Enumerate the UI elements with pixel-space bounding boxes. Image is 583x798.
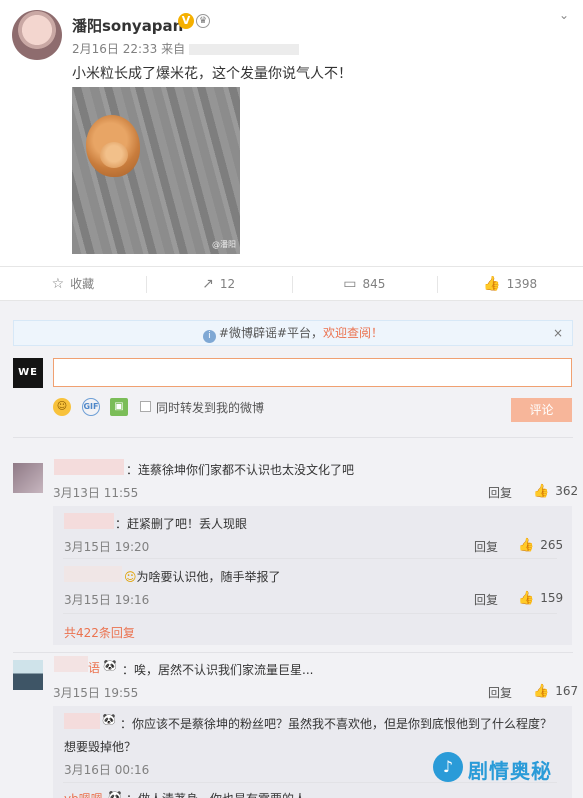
reply-author-partial[interactable]: yb嗯嗯 xyxy=(64,790,103,798)
music-note-icon: ♪ xyxy=(433,752,463,782)
reply-button[interactable]: 回复 xyxy=(488,484,512,501)
reply-like-button[interactable]: 👍 159 xyxy=(518,591,563,606)
favorite-label: 收藏 xyxy=(70,277,95,291)
comment-count: 845 xyxy=(362,276,386,291)
image-icon[interactable]: ▣ xyxy=(110,398,128,416)
thumbs-up-icon: 👍 xyxy=(483,275,501,292)
comment-time: 3月13日 11:55 xyxy=(53,486,139,500)
emoji-sticker-icon: ☺ xyxy=(124,570,137,584)
star-icon: ☆ xyxy=(51,275,65,292)
comment-like-count: 167 xyxy=(555,684,579,698)
forward-label: 同时转发到我的微博 xyxy=(156,401,265,415)
gif-icon[interactable]: GIF xyxy=(82,398,100,416)
favorite-button[interactable]: ☆ 收藏 xyxy=(0,267,146,300)
commenter-name[interactable]: 语 xyxy=(88,659,100,676)
reply-author-blurred[interactable] xyxy=(64,566,122,582)
comment-icon: ▭ xyxy=(343,275,357,292)
reply-button[interactable]: 回复 xyxy=(488,684,512,701)
commenter-name-blurred[interactable] xyxy=(54,459,124,475)
photo-watermark: @潘阳 xyxy=(212,240,236,249)
submit-comment-button[interactable]: 评论 xyxy=(511,398,572,422)
post-photo[interactable]: @潘阳 xyxy=(72,87,240,254)
rumor-notice-banner: i #微博辟谣#平台，欢迎查阅！ × xyxy=(13,320,573,346)
comment-time: 3月15日 19:55 xyxy=(53,686,139,700)
divider xyxy=(63,613,557,614)
repost-count: 12 xyxy=(219,276,236,291)
action-bar: ☆ 收藏 ↗ 12 ▭ 845 👍 1398 xyxy=(0,266,583,301)
post-source-prefix: 来自 xyxy=(161,42,186,56)
notice-link[interactable]: 欢迎查阅！ xyxy=(323,326,383,340)
comment-text: ：连蔡徐坤你们家都不认识也太没文化了吧 xyxy=(126,463,355,477)
comment-like-button[interactable]: 👍 167 xyxy=(533,684,578,699)
thumbs-up-icon: 👍 xyxy=(533,684,550,699)
reply-time: 3月15日 19:20 xyxy=(64,540,150,554)
reply-time: 3月16日 00:16 xyxy=(64,763,150,777)
commenter-avatar[interactable] xyxy=(13,463,43,493)
repost-button[interactable]: ↗ 12 xyxy=(145,267,292,300)
post-meta: 2月16日 22:33 来自 xyxy=(72,40,300,57)
comment-like-button[interactable]: 👍 362 xyxy=(533,484,578,499)
panda-badge-icon: 🐼 xyxy=(103,659,117,672)
reply-text: ：你应该不是蔡徐坤的粉丝吧？虽然我不喜欢他，但是你到底恨他到了什么程度？ xyxy=(120,717,553,731)
my-avatar[interactable]: WE xyxy=(13,358,43,388)
reply-text-line: ☺为啥要认识他，随手举报了 xyxy=(124,568,281,585)
dog-face xyxy=(100,142,128,168)
reply-button[interactable]: 回复 xyxy=(474,538,498,555)
comment-input[interactable] xyxy=(53,358,572,387)
more-replies-link[interactable]: 共422条回复 xyxy=(64,624,135,641)
reply-text-continued: 想要毁掉他？ xyxy=(64,740,137,754)
divider xyxy=(13,652,573,653)
author-avatar[interactable] xyxy=(12,10,62,60)
comment-button[interactable]: ▭ 845 xyxy=(291,267,438,300)
comment-text: ：唉，居然不认识我们家流量巨星... xyxy=(122,663,314,677)
reply-text-partial: ：做人清著身，你也是有需要的人 xyxy=(126,790,306,798)
post-source-blurred xyxy=(189,44,300,55)
share-icon: ↗ xyxy=(202,275,214,292)
close-icon[interactable]: × xyxy=(553,321,563,345)
like-count: 1398 xyxy=(506,276,538,291)
post-text: 小米粒长成了爆米花，这个发量你说气人不！ xyxy=(72,66,352,82)
reply-author-blurred[interactable] xyxy=(64,713,100,729)
reply-like-count: 265 xyxy=(540,538,564,552)
notice-text: #微博辟谣#平台， xyxy=(218,326,324,340)
commenter-name-blurred[interactable] xyxy=(54,656,88,672)
thumbs-up-icon: 👍 xyxy=(533,484,550,499)
chevron-down-icon[interactable]: ⌄ xyxy=(559,8,569,22)
thumbs-up-icon: 👍 xyxy=(518,538,535,553)
panda-badge-icon: 🐼 xyxy=(108,790,122,798)
verified-badge-icon: V xyxy=(178,13,194,29)
reply-text: ：赶紧删了吧！丢人现眼 xyxy=(115,517,248,531)
emoji-icon[interactable]: ☺ xyxy=(53,398,71,416)
reply-time: 3月15日 19:16 xyxy=(64,593,150,607)
panda-badge-icon: 🐼 xyxy=(102,713,116,726)
forward-checkbox[interactable] xyxy=(140,401,151,412)
divider xyxy=(63,558,557,559)
reply-author-blurred[interactable] xyxy=(64,513,114,529)
reply-like-count: 159 xyxy=(540,591,564,605)
reply-button[interactable]: 回复 xyxy=(474,591,498,608)
brand-logo: ♪ 剧情奥秘 xyxy=(430,745,570,791)
divider xyxy=(13,437,573,438)
thumbs-up-icon: 👍 xyxy=(518,591,535,606)
reply-like-button[interactable]: 👍 265 xyxy=(518,538,563,553)
comment-like-count: 362 xyxy=(555,484,579,498)
post-time[interactable]: 2月16日 22:33 xyxy=(72,42,157,56)
medal-icon[interactable]: ♛ xyxy=(196,14,210,28)
info-icon: i xyxy=(202,330,216,343)
like-button[interactable]: 👍 1398 xyxy=(437,267,583,300)
reply-text: 为啥要认识他，随手举报了 xyxy=(136,570,281,584)
brand-logo-text: 剧情奥秘 xyxy=(468,759,552,783)
weibo-post: ⌄ 潘阳sonyapan V ♛ 2月16日 22:33 来自 小米粒长成了爆米… xyxy=(0,0,583,266)
author-username[interactable]: 潘阳sonyapan xyxy=(72,15,183,36)
commenter-avatar[interactable] xyxy=(13,660,43,690)
